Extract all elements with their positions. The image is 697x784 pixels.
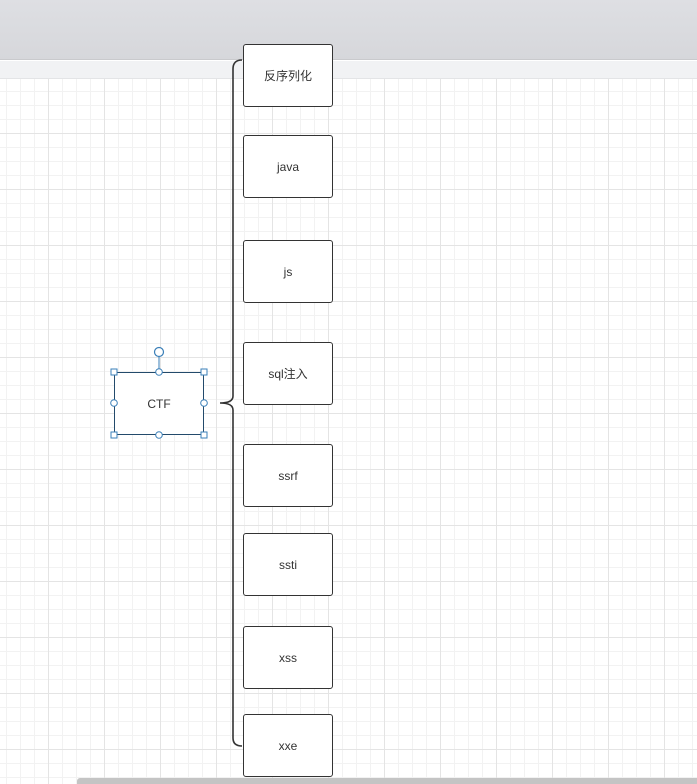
node-java[interactable]: java bbox=[243, 135, 333, 198]
node-label: xxe bbox=[278, 738, 298, 753]
rotate-handle-icon[interactable] bbox=[153, 346, 165, 358]
node-ssrf[interactable]: ssrf bbox=[243, 444, 333, 507]
node-label: xss bbox=[279, 650, 297, 665]
resize-handle-icon[interactable] bbox=[110, 431, 118, 439]
node-label: 反序列化 bbox=[263, 69, 312, 83]
diagram-canvas[interactable] bbox=[0, 79, 697, 784]
toolbar-area bbox=[0, 0, 697, 60]
connection-point-icon[interactable] bbox=[155, 368, 163, 376]
resize-handle-icon[interactable] bbox=[200, 431, 208, 439]
format-bar bbox=[0, 61, 697, 79]
node-label: java bbox=[276, 159, 299, 174]
resize-handle-icon[interactable] bbox=[200, 368, 208, 376]
connection-point-icon[interactable] bbox=[200, 399, 208, 407]
node-label: ssti bbox=[279, 557, 297, 572]
connection-point-icon[interactable] bbox=[155, 431, 163, 439]
node-label: js bbox=[283, 264, 293, 279]
resize-handle-icon[interactable] bbox=[110, 368, 118, 376]
connection-point-icon[interactable] bbox=[110, 399, 118, 407]
node-xxe[interactable]: xxe bbox=[243, 714, 333, 777]
root-node-label: CTF bbox=[147, 396, 171, 411]
node-label: sql注入 bbox=[268, 367, 308, 381]
node-ssti[interactable]: ssti bbox=[243, 533, 333, 596]
horizontal-scrollbar[interactable] bbox=[77, 778, 697, 784]
node-xss[interactable]: xss bbox=[243, 626, 333, 689]
root-node-ctf[interactable]: CTF bbox=[114, 372, 204, 435]
node-js[interactable]: js bbox=[243, 240, 333, 303]
node-sql-injection[interactable]: sql注入 bbox=[243, 342, 333, 405]
node-deserialization[interactable]: 反序列化 bbox=[243, 44, 333, 107]
node-label: ssrf bbox=[278, 468, 298, 483]
